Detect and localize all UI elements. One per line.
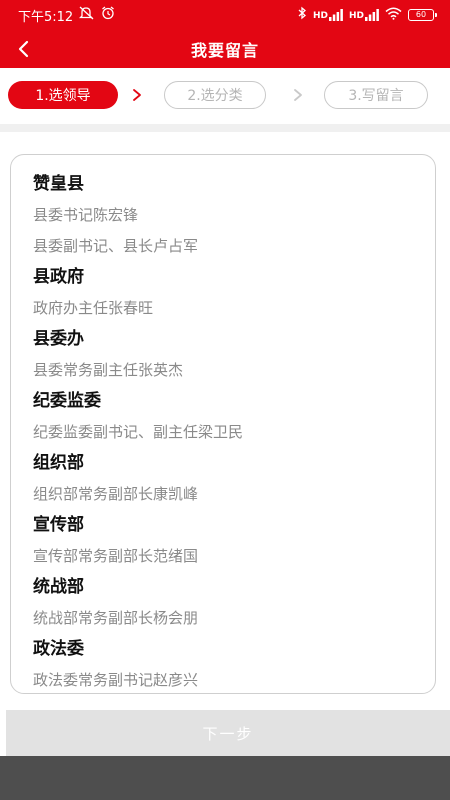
alarm-icon: [101, 6, 115, 24]
leader-item[interactable]: 县委常务副主任张英杰: [33, 355, 425, 386]
step-write-message[interactable]: 3.写留言: [324, 81, 428, 109]
group-title: 组织部: [33, 453, 84, 473]
status-time: 下午5:12: [18, 9, 74, 25]
step-arrow-icon: [294, 89, 302, 101]
leader-list[interactable]: 赞皇县 县委书记陈宏锋 县委副书记、县长卢占军 县政府 政府办主任张春旺 县委办…: [10, 154, 436, 694]
leader-group: 统战部 统战部常务副部长杨会朋: [33, 572, 425, 634]
leader-item[interactable]: 政府办主任张春旺: [33, 293, 425, 324]
back-arrow-icon: [18, 40, 29, 58]
leader-group: 赞皇县 县委书记陈宏锋 县委副书记、县长卢占军: [33, 169, 425, 262]
group-title: 县委办: [33, 329, 84, 349]
page-title: 我要留言: [190, 41, 259, 60]
back-button[interactable]: [8, 34, 38, 64]
mute-icon: [79, 6, 95, 24]
leader-item[interactable]: 县委书记陈宏锋: [33, 200, 425, 231]
signal-2-tag: HD: [348, 11, 364, 21]
system-nav-bar: [0, 756, 450, 800]
step-select-leader[interactable]: 1.选领导: [8, 81, 118, 109]
status-bar: 下午5:12 HD HD 60: [0, 0, 450, 30]
step-select-category[interactable]: 2.选分类: [164, 81, 266, 109]
group-title: 县政府: [33, 267, 84, 287]
section-divider: [0, 124, 450, 132]
signal-2-icon: HD: [349, 9, 379, 21]
signal-1-icon: HD: [313, 9, 343, 21]
leader-group: 组织部 组织部常务副部长康凯峰: [33, 448, 425, 510]
leader-group: 县委办 县委常务副主任张英杰: [33, 324, 425, 386]
group-title: 宣传部: [33, 515, 84, 535]
group-title: 赞皇县: [33, 174, 84, 194]
leader-item[interactable]: 县委副书记、县长卢占军: [33, 231, 425, 262]
leader-item[interactable]: 政法委常务副书记赵彦兴: [33, 665, 425, 693]
app-header: 下午5:12 HD HD 60 我要留言: [0, 0, 450, 68]
leader-item[interactable]: 统战部常务副部长杨会朋: [33, 603, 425, 634]
leader-item[interactable]: 组织部常务副部长康凯峰: [33, 479, 425, 510]
step-arrow-icon: [133, 89, 141, 101]
wifi-icon: [385, 7, 402, 24]
leader-item[interactable]: 纪委监委副书记、副主任梁卫民: [33, 417, 425, 448]
group-title: 纪委监委: [33, 391, 101, 411]
group-title: 政法委: [33, 639, 84, 659]
leader-group: 县政府 政府办主任张春旺: [33, 262, 425, 324]
battery-level: 60: [415, 10, 427, 19]
bluetooth-icon: [297, 6, 307, 24]
leader-group: 宣传部 宣传部常务副部长范绪国: [33, 510, 425, 572]
next-step-button[interactable]: 下一步: [6, 710, 450, 756]
group-title: 统战部: [33, 577, 84, 597]
step-indicator: 1.选领导 2.选分类 3.写留言: [0, 68, 450, 124]
leader-group: 政法委 政法委常务副书记赵彦兴: [33, 634, 425, 693]
leader-group: 纪委监委 纪委监委副书记、副主任梁卫民: [33, 386, 425, 448]
battery-icon: 60: [408, 9, 437, 21]
nav-bar: 我要留言: [0, 30, 450, 68]
signal-1-tag: HD: [312, 11, 328, 21]
leader-item[interactable]: 宣传部常务副部长范绪国: [33, 541, 425, 572]
